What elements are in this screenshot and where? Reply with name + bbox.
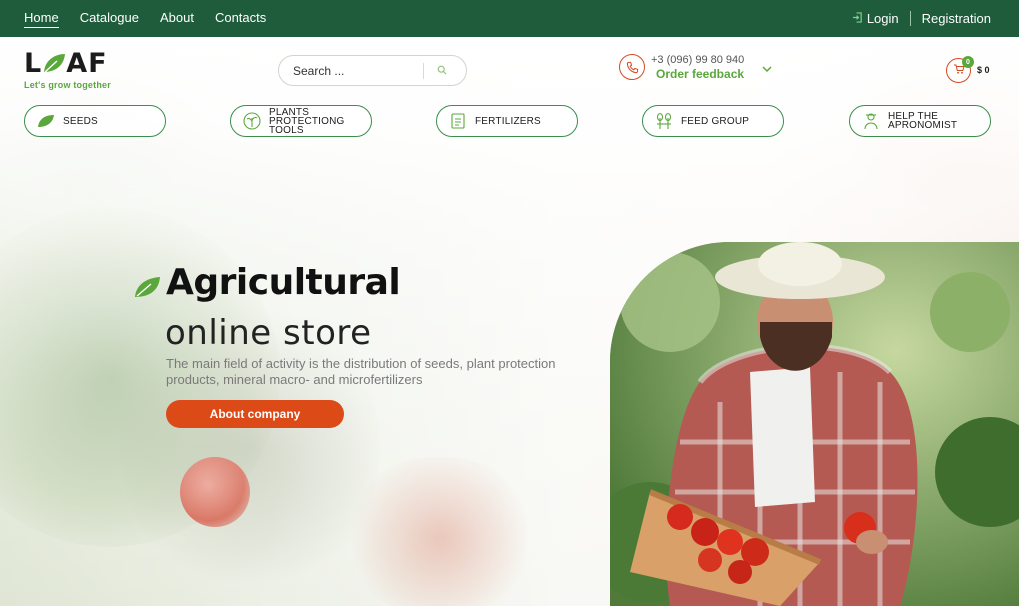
wheat-icon: [647, 106, 681, 136]
hero-title: Agricultural: [166, 262, 401, 303]
hero-photo-farmer: [610, 242, 1019, 606]
top-navigation: Home Catalogue About Contacts: [24, 0, 266, 37]
fertilizer-bag-icon: [441, 106, 475, 136]
logo-tagline: Let's grow together: [24, 80, 111, 90]
category-label: HELP THE APRONOMIST: [888, 111, 958, 131]
auth-divider: [909, 11, 911, 26]
category-label: PLANTS PROTECTIONG TOOLS: [269, 106, 345, 136]
search-box: [278, 55, 467, 86]
search-input[interactable]: [293, 63, 423, 78]
about-company-button[interactable]: About company: [166, 400, 344, 428]
login-icon: [852, 11, 863, 26]
phone-number[interactable]: +3 (096) 99 80 940: [651, 54, 744, 66]
nav-catalogue[interactable]: Catalogue: [80, 10, 139, 27]
nav-about[interactable]: About: [160, 10, 194, 27]
search-icon: [437, 62, 447, 80]
search-button[interactable]: [424, 56, 460, 85]
farmer-icon: [854, 106, 888, 136]
registration-link[interactable]: Registration: [922, 11, 991, 26]
category-plants-protecting-tools[interactable]: PLANTS PROTECTIONG TOOLS: [230, 105, 372, 137]
login-link[interactable]: Login: [852, 11, 899, 26]
category-help-the-apronomist[interactable]: HELP THE APRONOMIST: [849, 105, 991, 137]
nav-contacts[interactable]: Contacts: [215, 10, 266, 27]
hero-subtitle: online store: [165, 313, 372, 353]
hero-leaf-icon: [133, 275, 161, 304]
login-label: Login: [866, 11, 899, 26]
cart-count-badge: 0: [962, 56, 974, 68]
category-label: SEEDS: [63, 115, 98, 127]
logo-wordmark: L AF: [24, 48, 108, 79]
category-label: FEED GROUP: [681, 115, 750, 127]
category-seeds[interactable]: SEEDS: [24, 105, 166, 137]
hero-description: The main field of activity is the distri…: [166, 356, 556, 387]
category-fertilizers[interactable]: FERTILIZERS: [436, 105, 578, 137]
leaf-icon: [29, 106, 63, 136]
category-label: FERTILIZERS: [475, 115, 541, 127]
chevron-down-icon[interactable]: [761, 62, 773, 80]
top-bar: Home Catalogue About Contacts Login Regi…: [0, 0, 1019, 37]
order-feedback-link[interactable]: Order feedback: [656, 67, 744, 81]
category-feed-group[interactable]: FEED GROUP: [642, 105, 784, 137]
plant-shield-icon: [235, 106, 269, 136]
nav-home[interactable]: Home: [24, 10, 59, 28]
logo[interactable]: L AF Let's grow together: [24, 48, 134, 94]
logo-leaf-icon: [41, 52, 67, 76]
auth-links: Login Registration: [852, 0, 991, 37]
cart-total: $ 0: [977, 65, 990, 75]
phone-icon[interactable]: [619, 54, 645, 80]
